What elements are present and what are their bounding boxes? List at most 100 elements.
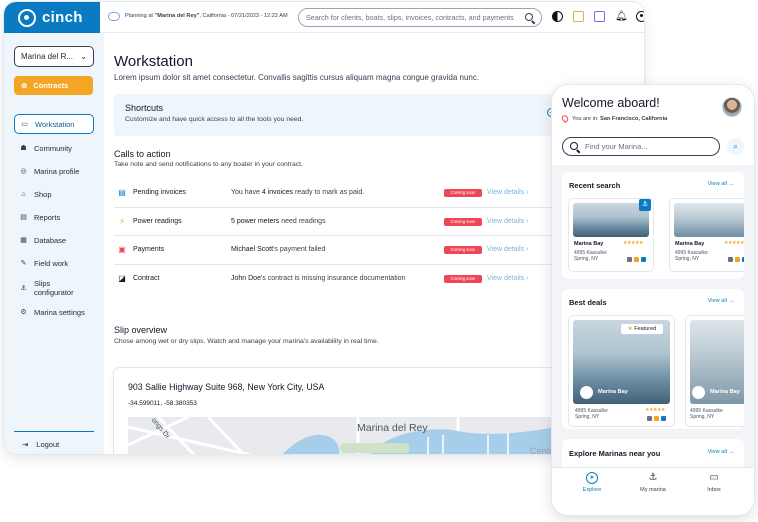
sidebar-nav: ▭ Workstation ☗ Community ◎ Marina profile … bbox=[14, 114, 94, 324]
sidebar-item-label: Marina profile bbox=[34, 167, 80, 176]
amenity-icon bbox=[728, 257, 733, 262]
brand-name: cinch bbox=[42, 9, 83, 26]
search-icon[interactable] bbox=[525, 13, 533, 21]
tab-explore[interactable]: ➤ Explore bbox=[567, 472, 617, 493]
sidebar-item-marina-settings[interactable]: ⚙︎ Marina settings bbox=[14, 301, 94, 324]
marina-card[interactable]: Marina Bay ★★★★★ 4995 Kassulke Spring, NY bbox=[670, 199, 744, 271]
status-badge: Coming soon bbox=[444, 246, 482, 254]
sidebar-item-slips-configurator[interactable]: ⚓︎ Slips configurator bbox=[14, 275, 94, 301]
deal-card[interactable]: ★ Featured Marina Bay 4995 Kassulke Sprin… bbox=[569, 316, 674, 426]
tab-label: My marina bbox=[640, 487, 666, 493]
cta-name: Pending invoices bbox=[133, 189, 186, 197]
recent-search-section: Recent search View all → ⚓︎ Marina Bay ★… bbox=[562, 172, 744, 279]
cta-row-contract: ◪ Contract John Doe's contract is missin… bbox=[114, 265, 554, 294]
planning-prefix: Planning at bbox=[125, 13, 155, 19]
view-details-link[interactable]: View details › bbox=[487, 275, 529, 282]
sidebar-item-workstation[interactable]: ▭ Workstation bbox=[14, 114, 94, 134]
user-icon[interactable] bbox=[636, 11, 644, 22]
cta-text-strong: 5 power meters bbox=[231, 217, 280, 225]
map-label-centi: Centi bbox=[530, 446, 552, 454]
view-details-label: View details bbox=[487, 275, 525, 283]
sidebar-item-shop[interactable]: ⌂ Shop bbox=[14, 183, 94, 206]
slip-overview-title: Slip overview bbox=[114, 325, 168, 335]
bell-icon[interactable]: 🔔︎ bbox=[615, 11, 628, 22]
sidebar-item-community[interactable]: ☗ Community bbox=[14, 137, 94, 160]
sidebar-item-reports[interactable]: ▤ Reports bbox=[14, 206, 94, 229]
mobile-app: Welcome aboard! You are in: San Francisc… bbox=[552, 85, 754, 515]
marina-name: Marina Bay bbox=[710, 389, 740, 395]
community-icon: ☗ bbox=[20, 145, 27, 152]
cta-text: You have 4 invoices ready to mark as pai… bbox=[231, 189, 364, 196]
address: 903 Sallie Highway Suite 968, New York C… bbox=[128, 382, 325, 392]
invoice-icon: ▤ bbox=[118, 188, 126, 198]
cta-text: John Doe's contract is missing insurance… bbox=[231, 275, 405, 282]
tab-label: Inbox bbox=[707, 487, 721, 493]
marina-profile-icon: ◎ bbox=[20, 168, 27, 175]
sidebar-item-label: Field work bbox=[34, 259, 69, 268]
bottom-tab-bar: ➤ Explore ⚓︎ My marina ▭ Inbox bbox=[552, 467, 754, 515]
view-details-link[interactable]: View details › bbox=[487, 189, 529, 196]
apps-grid-icon[interactable] bbox=[594, 11, 605, 22]
map-view[interactable]: Marina del Rey ongs Dr Centi bbox=[128, 417, 564, 454]
amenity-icon bbox=[661, 416, 666, 421]
rating-stars: ★★★★★ bbox=[724, 240, 744, 246]
cta-text-b: 's payment failed bbox=[273, 246, 326, 254]
cta-text: 5 power meters need readings bbox=[231, 218, 326, 225]
workstation-icon: ▭ bbox=[21, 120, 28, 128]
marina-select-value: Marina del R... bbox=[21, 52, 74, 61]
marina-address: 4995 Kassulke Spring, NY bbox=[575, 408, 608, 420]
desktop-window: cinch Planning at "Marina del Rey", Cali… bbox=[4, 2, 644, 454]
view-details-link[interactable]: View details › bbox=[487, 218, 529, 225]
sidebar-item-label: Marina settings bbox=[34, 308, 85, 317]
marina-select[interactable]: Marina del R... ⌄ bbox=[14, 46, 94, 67]
contracts-button[interactable]: ⊜ Contracts bbox=[14, 76, 93, 95]
sidebar-item-database[interactable]: ▦ Database bbox=[14, 229, 94, 252]
recent-view-all-link[interactable]: View all → bbox=[708, 181, 734, 187]
cta-text-b: ready to mark as paid. bbox=[293, 189, 365, 197]
explore-view-all-link[interactable]: View all → bbox=[708, 449, 734, 455]
location-pin-icon bbox=[560, 113, 570, 124]
sidebar: Marina del R... ⌄ ⊜ Contracts ▭ Workstati… bbox=[4, 33, 104, 454]
tab-my-marina[interactable]: ⚓︎ My marina bbox=[628, 472, 678, 493]
chevron-right-icon: › bbox=[526, 189, 529, 197]
filter-icon[interactable]: ⌕ bbox=[727, 138, 744, 155]
welcome-title: Welcome aboard! bbox=[562, 96, 660, 110]
shortcuts-title: Shortcuts bbox=[125, 103, 164, 113]
view-details-link[interactable]: View details › bbox=[487, 246, 529, 253]
cta-text-strong: John Doe bbox=[231, 275, 261, 283]
add-icon[interactable]: ⚓︎ bbox=[639, 199, 651, 211]
sidebar-item-marina-profile[interactable]: ◎ Marina profile bbox=[14, 160, 94, 183]
search-icon bbox=[570, 142, 578, 150]
page-subtitle: Lorem ipsum dolor sit amet consectetur. … bbox=[114, 73, 480, 82]
marina-search-input[interactable]: Find your Marina... bbox=[562, 137, 720, 156]
cinch-logo-icon bbox=[18, 8, 36, 27]
theme-toggle-icon[interactable] bbox=[552, 11, 563, 22]
marina-logo-icon bbox=[580, 386, 593, 399]
avatar[interactable] bbox=[722, 97, 742, 117]
deals-view-all-link[interactable]: View all → bbox=[708, 298, 734, 304]
logout-button[interactable]: ⇥ Logout bbox=[14, 431, 94, 451]
amenity-icon bbox=[634, 257, 639, 262]
field-work-icon: ✎ bbox=[20, 260, 27, 267]
arrow-right-icon: → bbox=[728, 449, 734, 455]
location-line: You are in: San Francisco, California bbox=[560, 113, 667, 124]
tab-inbox[interactable]: ▭ Inbox bbox=[689, 472, 739, 493]
compass-icon: ➤ bbox=[586, 472, 598, 484]
sidebar-item-label: Community bbox=[34, 144, 72, 153]
notes-icon[interactable] bbox=[573, 11, 584, 22]
cta-text-strong: Michael Scott bbox=[231, 246, 274, 254]
deal-card[interactable]: Marina Bay 4995 Kassulke Spring, NY bbox=[686, 316, 744, 426]
cta-name: Power readings bbox=[133, 217, 182, 225]
top-bar: cinch Planning at "Marina del Rey", Cali… bbox=[4, 2, 644, 33]
featured-label: Featured bbox=[634, 326, 657, 332]
chevron-right-icon: › bbox=[526, 246, 529, 254]
sidebar-item-label: Slips configurator bbox=[34, 279, 74, 297]
marina-card[interactable]: ⚓︎ Marina Bay ★★★★★ 4995 Kassulke Spring,… bbox=[569, 199, 653, 271]
global-search-input[interactable]: Search for clients, boats, slips, invoic… bbox=[298, 8, 542, 27]
marina-photo bbox=[674, 203, 744, 237]
amenity-icon bbox=[647, 416, 652, 421]
contract-icon: ◪ bbox=[118, 274, 126, 284]
sidebar-item-field-work[interactable]: ✎ Field work bbox=[14, 252, 94, 275]
shortcuts-desc: Customize and have quick access to all t… bbox=[125, 116, 304, 123]
brand-logo[interactable]: cinch bbox=[4, 2, 100, 33]
